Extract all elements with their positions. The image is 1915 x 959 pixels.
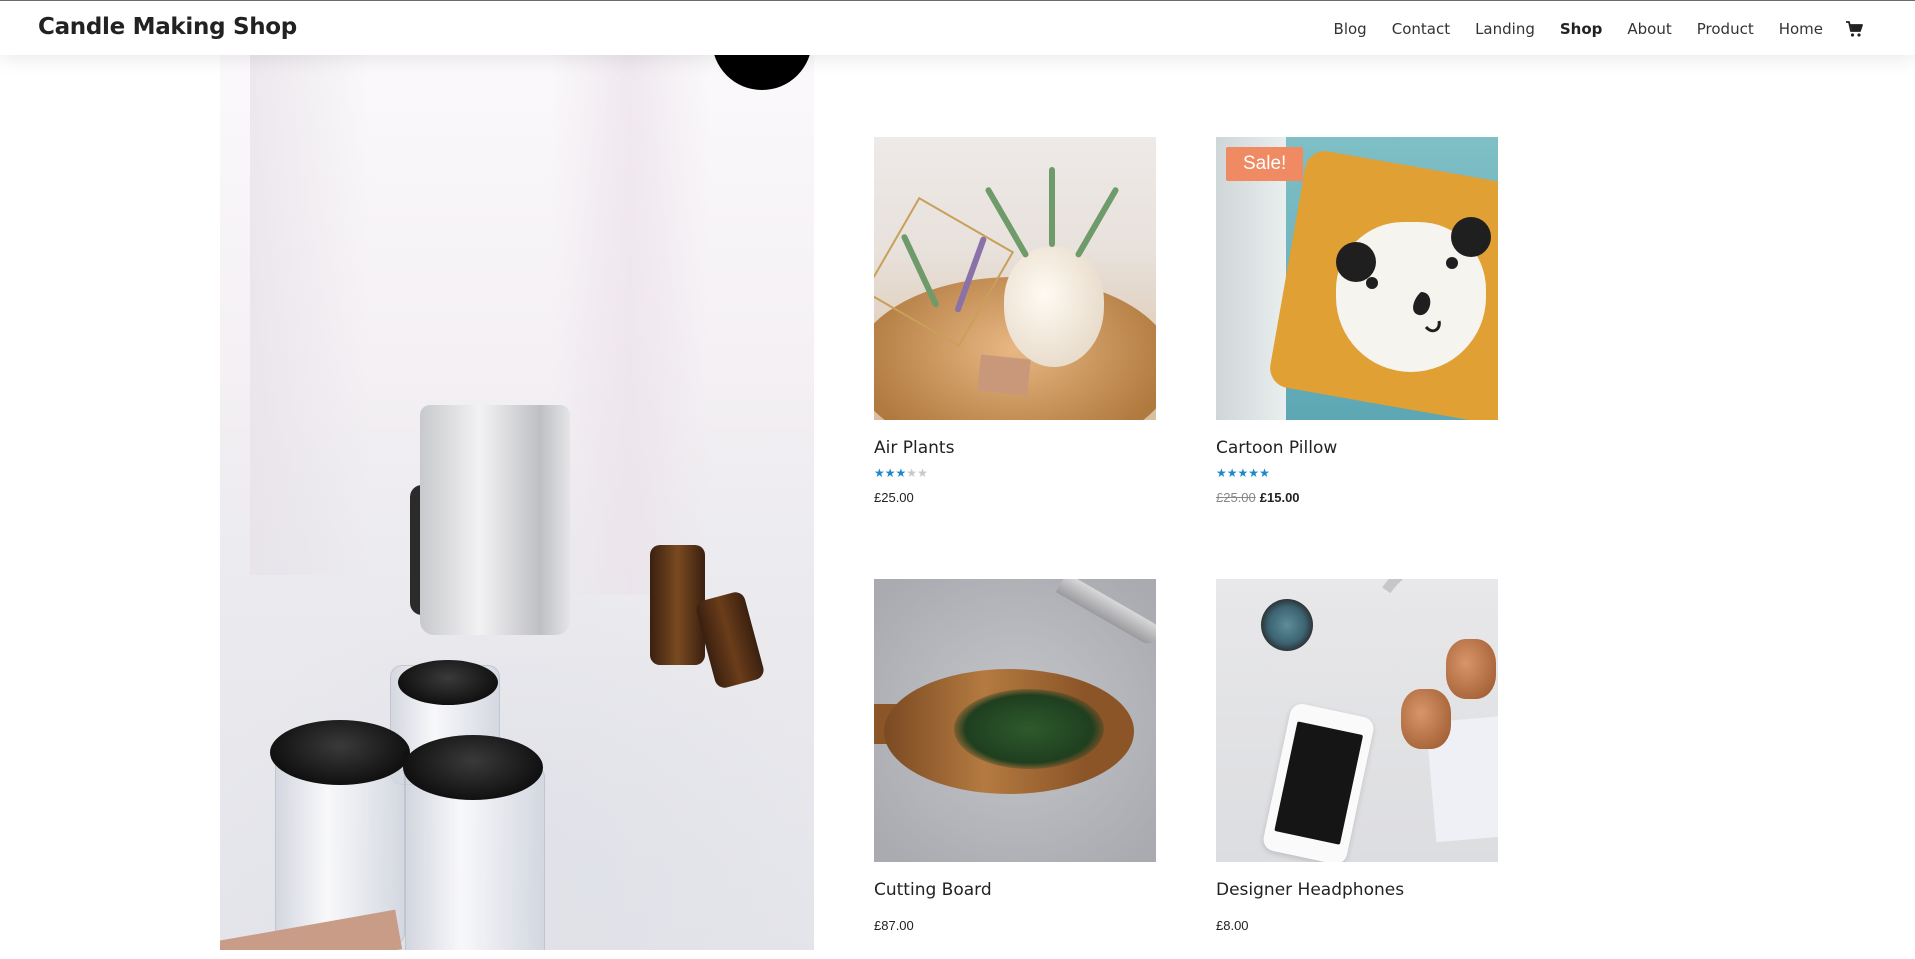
product-title[interactable]: Designer Headphones: [1216, 880, 1498, 900]
star-filled-icon: ★: [1237, 466, 1249, 480]
star-rating: ★★★★★: [1216, 466, 1498, 480]
star-filled-icon: ★: [1226, 466, 1238, 480]
site-logo[interactable]: Candle Making Shop: [38, 14, 297, 40]
price-current: £8.00: [1216, 918, 1249, 933]
price-current: £25.00: [874, 490, 914, 505]
nav-item-product[interactable]: Product: [1697, 20, 1754, 38]
nav-item-about[interactable]: About: [1627, 20, 1671, 38]
star-filled-icon: ★: [895, 466, 907, 480]
product-image[interactable]: [874, 137, 1156, 420]
main-nav: Blog Contact Landing Shop About Product …: [1309, 1, 1863, 56]
price-sale: £15.00: [1259, 490, 1300, 505]
product-title[interactable]: Air Plants: [874, 438, 1156, 458]
product-price: £25.00 £15.00: [1216, 490, 1498, 505]
product-image[interactable]: [874, 579, 1156, 862]
site-header: Candle Making Shop Blog Contact Landing …: [0, 0, 1915, 55]
product-title[interactable]: Cutting Board: [874, 880, 1156, 900]
nav-item-blog[interactable]: Blog: [1334, 20, 1367, 38]
product-card[interactable]: Designer Headphones £8.00: [1216, 579, 1498, 933]
star-filled-icon: ★: [1259, 466, 1270, 480]
star-empty-icon: ★: [906, 466, 918, 480]
product-card[interactable]: Sale! Cartoon Pillow ★★★★★ £25.00 £15.00: [1216, 137, 1498, 505]
product-price: £87.00: [874, 918, 1156, 933]
nav-item-home[interactable]: Home: [1779, 20, 1823, 38]
product-image[interactable]: Sale!: [1216, 137, 1498, 420]
hero-image: [220, 55, 814, 950]
star-empty-icon: ★: [917, 466, 928, 480]
product-price: £8.00: [1216, 918, 1498, 933]
star-filled-icon: ★: [1216, 466, 1227, 480]
nav-item-landing[interactable]: Landing: [1475, 20, 1535, 38]
product-title[interactable]: Cartoon Pillow: [1216, 438, 1498, 458]
product-card[interactable]: Cutting Board £87.00: [874, 579, 1156, 933]
shopping-cart-icon[interactable]: [1845, 20, 1863, 38]
nav-item-shop[interactable]: Shop: [1560, 20, 1603, 38]
price-current: £87.00: [874, 918, 914, 933]
star-filled-icon: ★: [874, 466, 885, 480]
star-rating: ★★★★★: [874, 466, 1156, 480]
price-original: £25.00: [1216, 490, 1256, 505]
product-card[interactable]: Air Plants ★★★★★ £25.00: [874, 137, 1156, 505]
sale-badge: Sale!: [1226, 147, 1304, 181]
product-price: £25.00: [874, 490, 1156, 505]
nav-item-contact[interactable]: Contact: [1392, 20, 1450, 38]
product-image[interactable]: [1216, 579, 1498, 862]
star-filled-icon: ★: [1248, 466, 1260, 480]
star-filled-icon: ★: [884, 466, 896, 480]
